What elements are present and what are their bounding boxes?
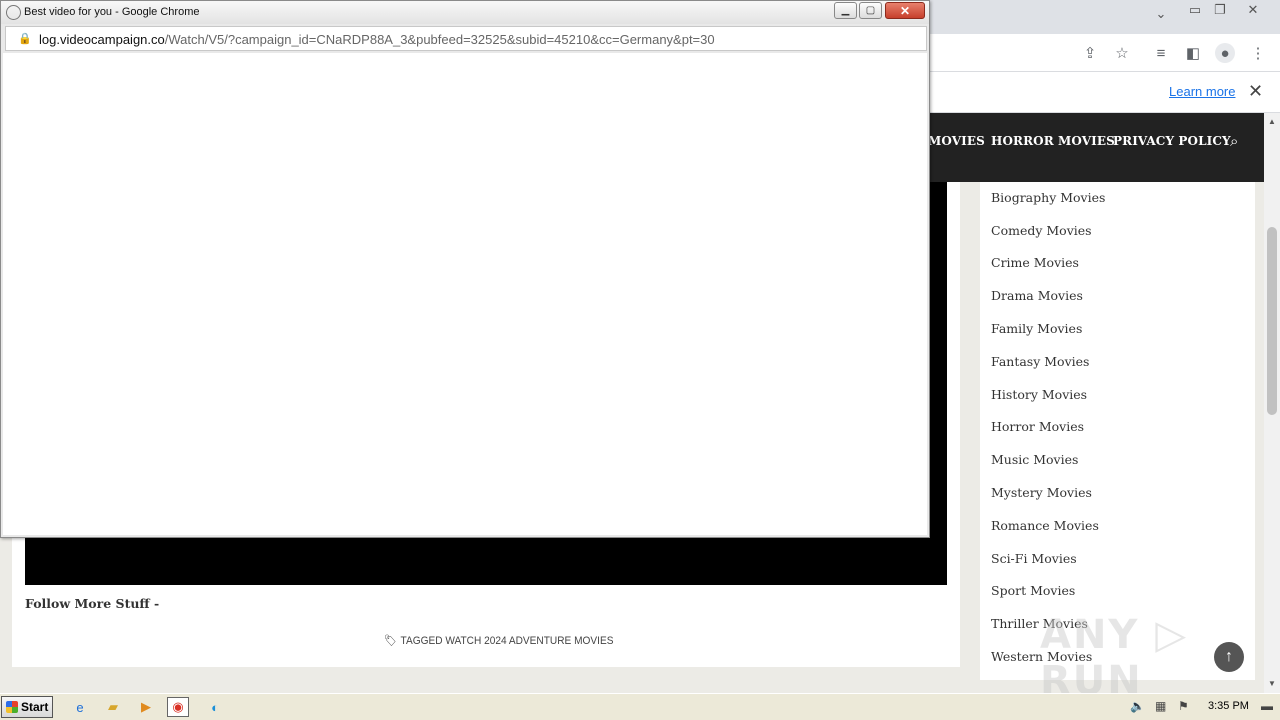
popup-minimize-button[interactable]: ▁ xyxy=(834,2,857,19)
category-link[interactable]: Music Movies xyxy=(991,452,1078,467)
url-host: log.videocampaign.co xyxy=(39,32,165,47)
taskbar-clock[interactable]: 3:35 PM xyxy=(1208,700,1249,712)
media-player-icon[interactable]: ▶ xyxy=(135,697,157,717)
category-link[interactable]: Mystery Movies xyxy=(991,485,1092,500)
minimize-button[interactable]: ▭ xyxy=(1184,2,1206,18)
nav-item-privacy-policy[interactable]: PRIVACY POLICY xyxy=(1113,134,1231,148)
popup-title-bar[interactable]: Best video for you - Google Chrome ▁ ▢ ✕ xyxy=(1,1,929,24)
windows-logo-icon xyxy=(6,701,18,713)
taskbar: Start e ▰ ▶ ◉ ◐ 🔈 ▦ ⚑ 3:35 PM ▬ xyxy=(0,693,1280,720)
post-tags: 🏷 TAGGED WATCH 2024 ADVENTURE MOVIES xyxy=(384,634,614,648)
category-link[interactable]: Fantasy Movies xyxy=(991,354,1089,369)
menu-kebab-icon[interactable]: ⋮ xyxy=(1248,43,1268,63)
tag-link[interactable]: TAGGED WATCH 2024 ADVENTURE MOVIES xyxy=(401,635,614,647)
action-center-flag-icon[interactable]: ⚑ xyxy=(1178,699,1189,713)
back-to-top-button[interactable]: ↑ xyxy=(1214,642,1244,672)
category-link[interactable]: Sci-Fi Movies xyxy=(991,551,1077,566)
scroll-up-arrow-icon[interactable]: ▲ xyxy=(1268,117,1276,126)
bookmark-star-icon[interactable]: ☆ xyxy=(1112,43,1132,63)
learn-more-link[interactable]: Learn more xyxy=(1169,84,1235,99)
scroll-thumb[interactable] xyxy=(1267,227,1277,415)
category-link[interactable]: Comedy Movies xyxy=(991,223,1092,238)
category-link[interactable]: Family Movies xyxy=(991,321,1082,336)
volume-icon[interactable]: 🔈 xyxy=(1130,699,1145,713)
share-icon[interactable]: ⇪ xyxy=(1080,43,1100,63)
popup-address-bar[interactable]: 🔒 log.videocampaign.co/Watch/V5/?campaig… xyxy=(5,26,927,51)
follow-more-text: Follow More Stuff - xyxy=(25,596,160,611)
category-link[interactable]: Sport Movies xyxy=(991,583,1075,598)
internet-explorer-icon[interactable]: e xyxy=(69,697,91,717)
file-explorer-icon[interactable]: ▰ xyxy=(102,697,124,717)
popup-page-content xyxy=(3,53,927,535)
edge-icon[interactable]: ◐ xyxy=(204,697,226,717)
profile-avatar-icon[interactable]: ● xyxy=(1215,43,1235,63)
nav-item-horror-movies[interactable]: HORROR MOVIES xyxy=(991,134,1115,148)
url-path: /Watch/V5/?campaign_id=CNaRDP88A_3&pubfe… xyxy=(164,32,715,47)
reading-list-icon[interactable]: ≡ xyxy=(1151,43,1171,63)
popup-maximize-button[interactable]: ▢ xyxy=(859,2,882,19)
network-icon[interactable]: ▦ xyxy=(1155,699,1166,713)
category-link[interactable]: Horror Movies xyxy=(991,419,1084,434)
side-panel-icon[interactable]: ◧ xyxy=(1183,43,1203,63)
infobar-close-icon[interactable]: ✕ xyxy=(1248,81,1263,102)
tab-search-chevron-icon[interactable]: ⌄ xyxy=(1150,6,1172,22)
show-desktop-icon[interactable]: ▬ xyxy=(1261,699,1273,713)
tag-icon: 🏷 xyxy=(384,635,397,647)
popup-window: Best video for you - Google Chrome ▁ ▢ ✕… xyxy=(0,0,930,538)
page-scrollbar[interactable]: ▲ ▼ xyxy=(1264,113,1280,693)
search-icon[interactable]: ⌕ xyxy=(1230,133,1238,150)
loading-favicon-icon xyxy=(6,5,21,20)
close-window-button[interactable]: ✕ xyxy=(1242,2,1264,18)
category-link[interactable]: Drama Movies xyxy=(991,288,1083,303)
category-link[interactable]: History Movies xyxy=(991,387,1087,402)
start-button[interactable]: Start xyxy=(1,696,53,718)
lock-icon[interactable]: 🔒 xyxy=(18,32,32,45)
restore-button[interactable]: ❐ xyxy=(1209,2,1231,18)
popup-title: Best video for you - Google Chrome xyxy=(24,6,200,18)
category-link[interactable]: Crime Movies xyxy=(991,255,1079,270)
chrome-icon[interactable]: ◉ xyxy=(167,697,189,717)
popup-url[interactable]: log.videocampaign.co/Watch/V5/?campaign_… xyxy=(39,32,715,47)
category-sidebar: Biography Movies Comedy Movies Crime Mov… xyxy=(980,182,1255,680)
nav-item-movies[interactable]: MOVIES xyxy=(928,134,985,148)
category-link[interactable]: Biography Movies xyxy=(991,190,1105,205)
category-link[interactable]: Romance Movies xyxy=(991,518,1099,533)
anyrun-watermark: ANY ▷ RUN xyxy=(1040,612,1189,704)
popup-close-button[interactable]: ✕ xyxy=(885,2,925,19)
start-label: Start xyxy=(21,700,49,714)
